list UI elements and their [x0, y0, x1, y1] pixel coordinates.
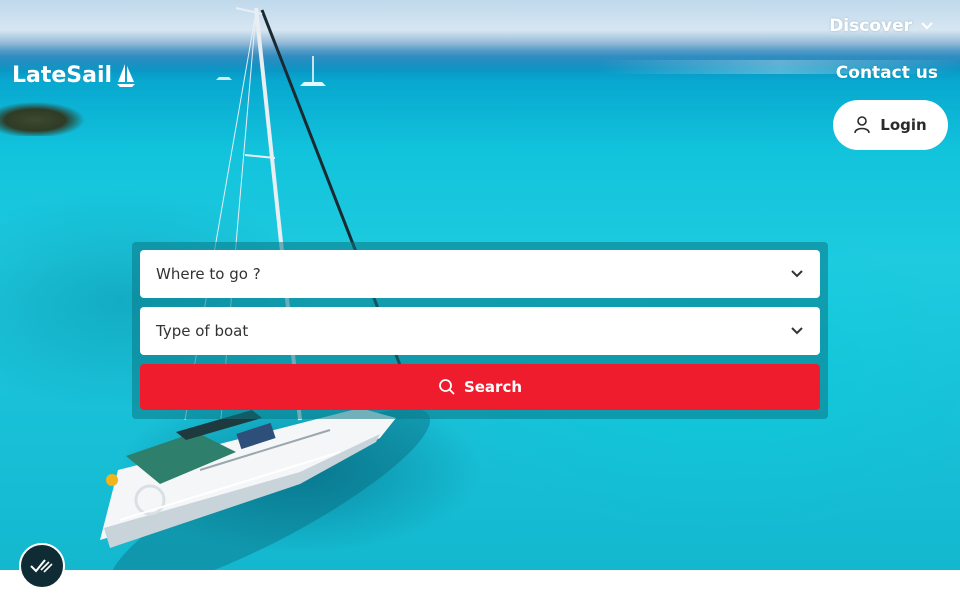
login-label: Login	[880, 116, 927, 134]
nav-contact-us[interactable]: Contact us	[836, 63, 938, 83]
cookie-consent-badge[interactable]	[19, 543, 65, 589]
nav-discover-label: Discover	[829, 16, 912, 36]
search-button[interactable]: Search	[140, 364, 820, 410]
destination-select[interactable]: Where to go ?	[140, 250, 820, 298]
nav-discover[interactable]: Discover	[829, 16, 934, 36]
search-button-label: Search	[463, 378, 523, 396]
search-icon	[439, 379, 455, 395]
sailboat-icon	[117, 64, 136, 87]
user-icon	[854, 116, 871, 134]
boat-type-placeholder: Type of boat	[156, 322, 249, 340]
boat-type-select[interactable]: Type of boat	[140, 307, 820, 355]
checklist-icon	[30, 559, 53, 573]
destination-placeholder: Where to go ?	[156, 265, 261, 283]
login-button[interactable]: Login	[833, 100, 948, 150]
chevron-down-icon	[791, 270, 803, 278]
brand-logo[interactable]: LateSail	[12, 62, 136, 88]
nav-contact-label: Contact us	[835, 63, 938, 83]
chevron-down-icon	[791, 327, 803, 335]
brand-name: LateSail	[12, 62, 113, 88]
island	[0, 100, 90, 136]
chevron-down-icon	[921, 22, 933, 30]
